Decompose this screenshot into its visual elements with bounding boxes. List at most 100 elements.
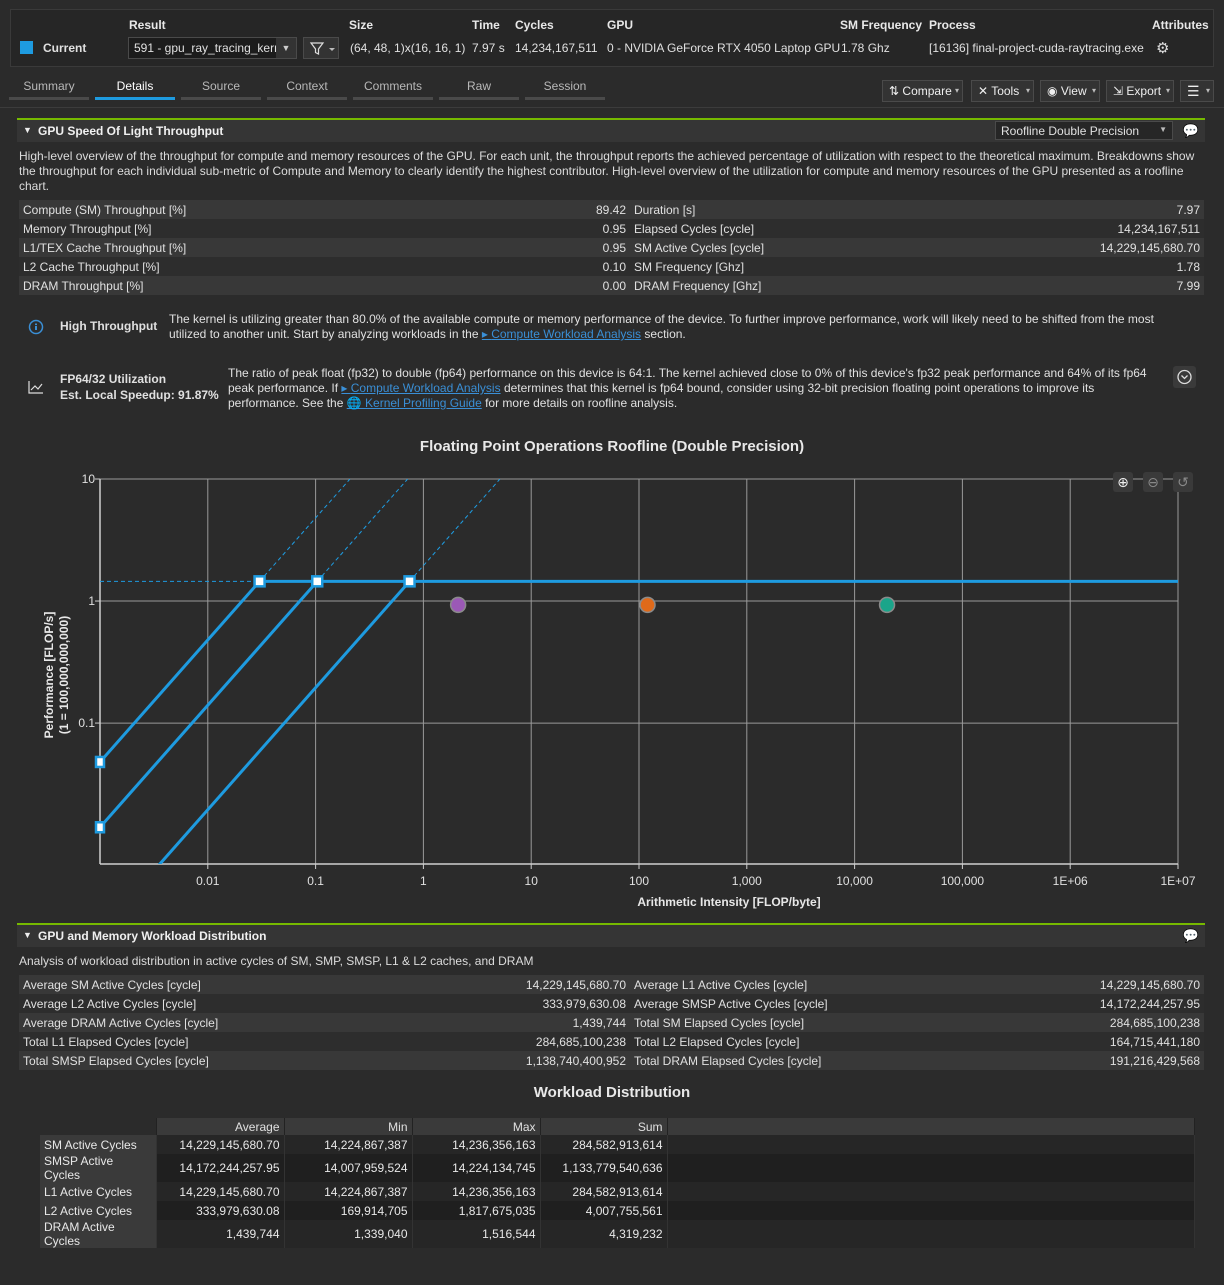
tab-context[interactable]: Context	[267, 76, 347, 100]
rule-text: section.	[641, 327, 686, 341]
cell-max: 14,236,356,163	[412, 1182, 541, 1201]
tools-button[interactable]: ✕ Tools ▾	[971, 80, 1034, 102]
compute-workload-link[interactable]: ▸ Compute Workload Analysis	[482, 327, 641, 341]
metric-value: 164,715,441,180	[970, 1032, 1204, 1051]
cell-min: 14,224,867,387	[284, 1135, 413, 1154]
roofline-select[interactable]: Roofline Double Precision ▼	[995, 121, 1173, 140]
metric-label: DRAM Throughput [%]	[19, 276, 415, 295]
process-label: Process	[929, 18, 976, 32]
tab-session[interactable]: Session	[525, 76, 605, 100]
row-label: DRAM Active Cycles	[40, 1220, 157, 1248]
workload-description: Analysis of workload distribution in act…	[19, 954, 534, 968]
workload-metrics-table: Average SM Active Cycles [cycle] 14,229,1…	[19, 975, 1204, 1070]
sol-section-header[interactable]: ▼ GPU Speed Of Light Throughput Roofline…	[17, 118, 1205, 142]
column-header-min[interactable]: Min	[284, 1118, 413, 1135]
roofline-chart[interactable]: 0.01 0.1 1 10 100 1,000 10,000 100,000 1E+06 1E+0…	[0, 460, 1224, 910]
metric-row: Total L1 Elapsed Cycles [cycle] 284,685,1…	[19, 1032, 1204, 1051]
collapse-icon[interactable]: ▼	[23, 930, 32, 940]
filler-cell	[667, 1220, 1195, 1248]
cell-sum: 284,582,913,614	[540, 1135, 668, 1154]
chevron-down-icon: ▼	[276, 38, 296, 58]
cell-max: 1,516,544	[412, 1220, 541, 1248]
kernel-data-point[interactable]	[449, 596, 467, 614]
time-value: 7.97 s	[472, 41, 505, 55]
metric-value: 14,234,167,511	[970, 219, 1204, 238]
tab-comments[interactable]: Comments	[353, 76, 433, 100]
metric-value: 14,172,244,257.95	[970, 994, 1204, 1013]
roofline-edge-marker[interactable]	[94, 821, 106, 834]
tab-source[interactable]: Source	[181, 76, 261, 100]
column-header-average[interactable]: Average	[156, 1118, 285, 1135]
ridge-point-marker[interactable]	[403, 575, 416, 588]
metric-value: 1,439,744	[415, 1013, 630, 1032]
chevron-down-icon: ▾	[1091, 86, 1096, 95]
metric-label: Memory Throughput [%]	[19, 219, 415, 238]
gear-icon[interactable]: ⚙	[1156, 39, 1169, 57]
roofline-edge-marker[interactable]	[94, 755, 106, 769]
metric-value: 0.95	[415, 219, 630, 238]
result-label: Result	[129, 18, 166, 32]
rule-fp64-text: The ratio of peak float (fp32) to double…	[228, 366, 1163, 411]
collapse-icon[interactable]: ▼	[23, 125, 32, 135]
chevron-down-icon: ▾	[1025, 86, 1030, 95]
export-button[interactable]: ⇲ Export ▾	[1106, 80, 1174, 102]
zoom-in-icon: ⊕	[1117, 475, 1129, 491]
size-label: Size	[349, 18, 374, 32]
chart-title: Floating Point Operations Roofline (Doub…	[419, 438, 805, 455]
size-value: (64, 48, 1)x(16, 16, 1)	[350, 41, 466, 55]
cell-min: 169,914,705	[284, 1201, 413, 1220]
cell-average: 14,229,145,680.70	[156, 1135, 285, 1154]
y-tick-label: 10	[82, 472, 96, 486]
cell-average: 1,439,744	[156, 1220, 285, 1248]
kernel-profiling-guide-link[interactable]: 🌐 Kernel Profiling Guide	[347, 396, 482, 410]
filler-cell	[667, 1135, 1195, 1154]
metric-row: Total SMSP Elapsed Cycles [cycle] 1,138,7…	[19, 1051, 1204, 1070]
metric-label: Elapsed Cycles [cycle]	[630, 219, 970, 238]
result-select[interactable]: 591 - gpu_ray_tracing_kerne ▼	[128, 37, 297, 59]
compare-button[interactable]: ⇅ Compare ▾	[882, 80, 963, 102]
row-label: SM Active Cycles	[40, 1135, 157, 1154]
metric-label: DRAM Frequency [Ghz]	[630, 276, 970, 295]
ridge-point-marker[interactable]	[310, 575, 324, 588]
cell-sum: 4,319,232	[540, 1220, 668, 1248]
metric-value: 0.10	[415, 257, 630, 276]
metric-label: Total SM Elapsed Cycles [cycle]	[630, 1013, 970, 1032]
metric-row: Compute (SM) Throughput [%] 89.42 Duration…	[19, 200, 1204, 219]
y-tick-label: 1	[88, 594, 95, 608]
chart-line-icon	[28, 381, 43, 394]
metric-label: Compute (SM) Throughput [%]	[19, 200, 415, 219]
metric-value: 0.95	[415, 238, 630, 257]
eye-icon: ◉	[1047, 84, 1058, 98]
column-header-max[interactable]: Max	[412, 1118, 541, 1135]
filter-button[interactable]	[303, 37, 339, 59]
ridge-point-marker[interactable]	[253, 575, 266, 588]
cell-sum: 284,582,913,614	[540, 1182, 668, 1201]
compute-workload-link[interactable]: ▸ Compute Workload Analysis	[341, 381, 500, 395]
table-row: L2 Active Cycles 333,979,630.08 169,914,70…	[40, 1201, 1195, 1220]
view-button[interactable]: ◉ View ▾	[1040, 80, 1100, 102]
kernel-data-point[interactable]	[639, 596, 656, 614]
workload-section-header[interactable]: ▼ GPU and Memory Workload Distribution 💬	[17, 923, 1205, 947]
result-header: Result Size Time Cycles GPU SM Frequency…	[10, 9, 1214, 67]
tab-details[interactable]: Details	[95, 76, 175, 100]
filler-cell	[667, 1154, 1195, 1182]
metric-value: 1,138,740,400,952	[415, 1051, 630, 1070]
export-label: Export	[1126, 84, 1162, 98]
metric-label: Average SMSP Active Cycles [cycle]	[630, 994, 970, 1013]
kernel-data-point[interactable]	[878, 596, 896, 614]
corner-cell	[40, 1118, 157, 1135]
cycles-label: Cycles	[515, 18, 554, 32]
menu-button[interactable]: ☰ ▾	[1180, 80, 1214, 102]
rule-high-throughput-title: High Throughput	[60, 319, 158, 333]
tab-raw[interactable]: Raw	[439, 76, 519, 100]
metric-value: 14,229,145,680.70	[415, 975, 630, 994]
metric-row: Memory Throughput [%] 0.95 Elapsed Cycles …	[19, 219, 1204, 238]
column-header-sum[interactable]: Sum	[540, 1118, 668, 1135]
view-label: View	[1060, 84, 1087, 98]
comment-icon[interactable]: 💬	[1183, 928, 1199, 944]
current-color-swatch	[20, 41, 33, 54]
tab-summary[interactable]: Summary	[9, 76, 89, 100]
x-tick-label: 1,000	[732, 874, 762, 888]
comment-icon[interactable]: 💬	[1183, 123, 1199, 139]
expand-rule-button[interactable]	[1173, 366, 1196, 388]
